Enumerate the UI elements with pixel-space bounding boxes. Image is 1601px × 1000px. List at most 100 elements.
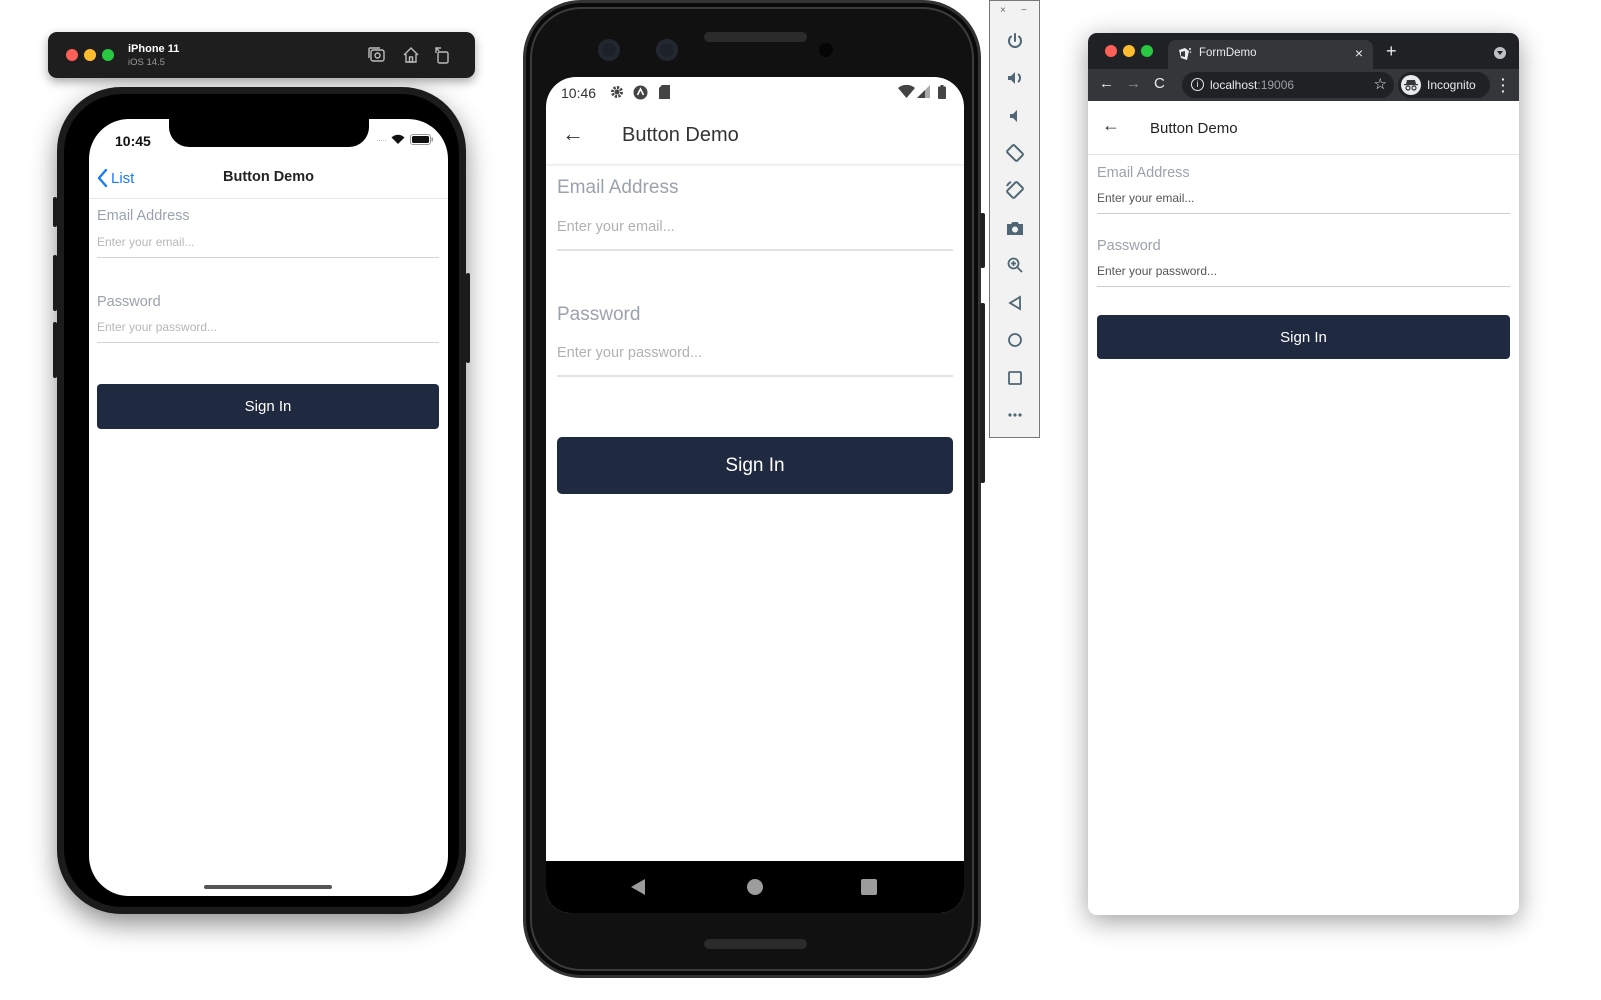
home-circle-icon[interactable] xyxy=(1002,327,1028,353)
password-field[interactable] xyxy=(1097,264,1510,287)
nav-back-icon[interactable] xyxy=(631,879,645,895)
sign-in-button[interactable]: Sign In xyxy=(97,384,439,429)
back-arrow-icon[interactable]: ← xyxy=(1102,115,1120,136)
reload-icon[interactable]: C xyxy=(1154,75,1165,92)
navigation-bar xyxy=(546,861,964,913)
signal-icon xyxy=(917,85,930,98)
address-bar[interactable]: i localhost:19006 ☆ xyxy=(1182,72,1394,98)
status-bar: 10:46 xyxy=(546,77,964,107)
battery-icon xyxy=(938,85,946,99)
volume-hw-button xyxy=(980,303,985,483)
tab-title: FormDemo xyxy=(1199,47,1257,59)
sign-in-button[interactable]: Sign In xyxy=(1097,315,1510,359)
tab-close-icon[interactable]: × xyxy=(1355,45,1363,61)
close-window-button[interactable] xyxy=(66,49,78,61)
overview-icon[interactable] xyxy=(1002,365,1028,391)
status-icons: ····· xyxy=(376,134,434,145)
back-icon[interactable] xyxy=(1002,290,1028,316)
back-icon[interactable]: ← xyxy=(1099,75,1114,92)
password-field[interactable] xyxy=(97,320,439,343)
camera-icon[interactable] xyxy=(1002,215,1028,241)
zoom-icon[interactable] xyxy=(1002,252,1028,278)
status-time: 10:46 xyxy=(561,85,597,101)
url-text: localhost:19006 xyxy=(1210,78,1294,92)
rotate-icon[interactable] xyxy=(432,45,452,65)
close-window-button[interactable] xyxy=(1105,45,1117,57)
ios-screen: 10:45 ····· List Button Demo Email Addre… xyxy=(89,119,448,896)
screenshot-icon[interactable] xyxy=(367,45,387,65)
forward-icon[interactable]: → xyxy=(1126,75,1141,92)
tab-formdemo[interactable]: FormDemo × xyxy=(1168,40,1373,69)
emulator-close-button[interactable]: × xyxy=(1000,5,1006,16)
email-field[interactable] xyxy=(557,219,953,251)
email-field[interactable] xyxy=(1097,191,1510,214)
top-speaker xyxy=(704,32,807,42)
browser-window: FormDemo × + ← → C i localhost:19006 ☆ I… xyxy=(1088,33,1519,915)
power-icon[interactable] xyxy=(1002,28,1028,54)
incognito-label: Incognito xyxy=(1427,78,1476,92)
password-label: Password xyxy=(1097,238,1161,254)
rotate-left-icon[interactable] xyxy=(1002,140,1028,166)
nav-recents-icon[interactable] xyxy=(861,879,877,895)
minimize-window-button[interactable] xyxy=(1123,45,1135,57)
zoom-window-button[interactable] xyxy=(1141,45,1153,57)
password-label: Password xyxy=(557,304,641,325)
device-name: iPhone 11 xyxy=(128,43,180,55)
signal-icon: ····· xyxy=(376,134,387,145)
home-indicator[interactable] xyxy=(204,885,332,889)
app-header: ← Button Demo xyxy=(1088,101,1519,155)
sd-card-icon xyxy=(659,85,670,99)
email-label: Email Address xyxy=(557,177,679,198)
browser-menu-icon[interactable]: · · · xyxy=(1501,72,1506,98)
volume-down-hw-button xyxy=(53,322,57,378)
emulator-toolbar: × − xyxy=(989,0,1040,438)
power-hw-button xyxy=(980,213,985,268)
volume-up-hw-button xyxy=(53,255,57,311)
minimize-window-button[interactable] xyxy=(84,49,96,61)
page-title: Button Demo xyxy=(222,169,314,185)
ios-simulator-toolbar: iPhone 11 iOS 14.5 xyxy=(48,32,475,78)
os-version: iOS 14.5 xyxy=(128,57,165,68)
url-host: localhost xyxy=(1210,78,1258,92)
app-bar: ← Button Demo xyxy=(546,107,964,165)
rotate-right-icon[interactable] xyxy=(1002,177,1028,203)
mute-switch xyxy=(53,197,57,227)
info-icon[interactable]: i xyxy=(1191,78,1204,91)
browser-toolbar: ← → C i localhost:19006 ☆ Incognito · · · xyxy=(1088,69,1519,101)
emulator-minimize-button[interactable]: − xyxy=(1021,5,1027,16)
power-hw-button xyxy=(466,273,470,363)
new-tab-button[interactable]: + xyxy=(1386,41,1397,62)
battery-icon xyxy=(410,134,433,145)
front-camera xyxy=(598,39,620,61)
iphone-device-frame: 10:45 ····· List Button Demo Email Addre… xyxy=(53,87,470,914)
volume-down-icon[interactable] xyxy=(1002,103,1028,129)
wifi-icon xyxy=(898,85,915,98)
a-badge-icon xyxy=(633,85,648,100)
password-field[interactable] xyxy=(557,345,953,377)
incognito-profile-button[interactable]: Incognito xyxy=(1398,72,1490,98)
notch xyxy=(169,119,369,147)
volume-up-icon[interactable] xyxy=(1002,65,1028,91)
email-field[interactable] xyxy=(97,235,439,258)
iphone-bezel: 10:45 ····· List Button Demo Email Addre… xyxy=(64,94,459,907)
bookmark-star-icon[interactable]: ☆ xyxy=(1374,75,1387,93)
bottom-speaker xyxy=(704,939,807,949)
email-label: Email Address xyxy=(1097,165,1190,181)
page-title: Button Demo xyxy=(1150,120,1238,137)
incognito-icon xyxy=(1401,75,1421,95)
wifi-icon xyxy=(391,134,405,144)
sign-in-button[interactable]: Sign In xyxy=(557,437,953,494)
gear-icon xyxy=(611,86,623,98)
more-icon[interactable] xyxy=(1002,402,1028,428)
status-time: 10:45 xyxy=(115,133,151,149)
back-arrow-icon[interactable]: ← xyxy=(562,121,584,147)
home-icon[interactable] xyxy=(401,45,421,65)
zoom-window-button[interactable] xyxy=(102,49,114,61)
android-screen: 10:46 ← Button Demo Email Address Passwo… xyxy=(546,77,964,913)
tab-search-icon[interactable] xyxy=(1494,47,1506,59)
url-port: :19006 xyxy=(1257,78,1295,92)
page-title: Button Demo xyxy=(622,124,739,146)
password-label: Password xyxy=(97,294,161,310)
proximity-sensor xyxy=(819,43,833,57)
nav-home-icon[interactable] xyxy=(747,879,763,895)
